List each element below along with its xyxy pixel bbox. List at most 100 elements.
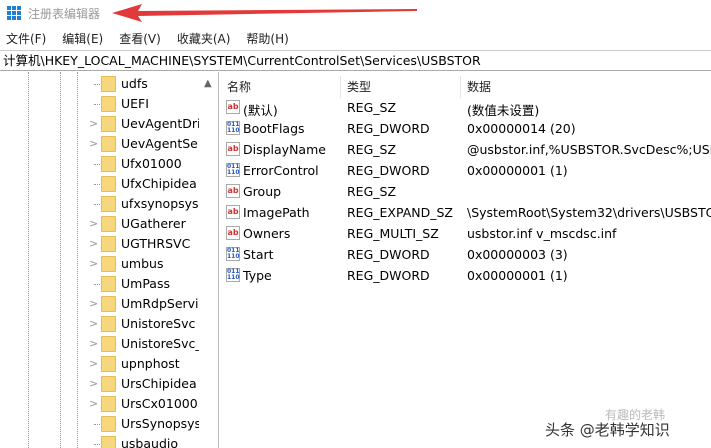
tree-item[interactable]: > UmRdpServic xyxy=(0,294,200,314)
menu-file[interactable]: 文件(F) xyxy=(6,30,46,47)
tree-item[interactable]: > UnistoreSvc xyxy=(0,314,200,334)
value-data: 0x00000001 (1) xyxy=(467,163,568,178)
regedit-app-icon xyxy=(7,6,21,20)
value-type: REG_EXPAND_SZ xyxy=(347,205,453,220)
folder-icon xyxy=(101,216,116,232)
address-bar[interactable]: 计算机\HKEY_LOCAL_MACHINE\SYSTEM\CurrentCon… xyxy=(0,50,711,71)
tree-item-label: UrsCx01000 xyxy=(121,396,198,411)
menu-view[interactable]: 查看(V) xyxy=(119,30,161,47)
value-row[interactable]: ab Group REG_SZ xyxy=(220,181,711,202)
column-header-name[interactable]: 名称 xyxy=(227,78,251,95)
chevron-right-icon[interactable]: > xyxy=(89,377,98,390)
chevron-right-icon[interactable]: > xyxy=(89,237,98,250)
value-name: ErrorControl xyxy=(243,163,319,178)
folder-icon xyxy=(101,296,116,312)
value-type: REG_DWORD xyxy=(347,268,430,283)
menu-edit[interactable]: 编辑(E) xyxy=(62,30,103,47)
tree-connector xyxy=(94,164,100,165)
key-tree: udfs UEFI > UevAgentDriv > UevAgentSer Ufx0100… xyxy=(0,72,218,448)
value-row[interactable]: ab (默认) REG_SZ (数值未设置) xyxy=(220,97,711,118)
tree-item[interactable]: UEFI xyxy=(0,94,200,114)
tree-item[interactable]: > upnphost xyxy=(0,354,200,374)
string-value-icon: ab xyxy=(226,100,240,114)
tree-item-label: UevAgentSer xyxy=(121,136,199,151)
value-type: REG_DWORD xyxy=(347,247,430,262)
folder-icon xyxy=(101,336,116,352)
tree-connector xyxy=(94,284,100,285)
tree-connector xyxy=(94,84,100,85)
tree-item[interactable]: > umbus xyxy=(0,254,200,274)
menu-help[interactable]: 帮助(H) xyxy=(246,30,288,47)
value-row[interactable]: ab ImagePath REG_EXPAND_SZ \SystemRoot\Syst… xyxy=(220,202,711,223)
window-title: 注册表编辑器 xyxy=(28,6,101,21)
value-name: Start xyxy=(243,247,274,262)
folder-icon xyxy=(101,276,116,292)
column-header-data[interactable]: 数据 xyxy=(467,78,491,95)
value-type: REG_SZ xyxy=(347,100,397,115)
folder-icon xyxy=(101,256,116,272)
value-row[interactable]: 011 110 ErrorControl REG_DWORD 0x00000001 (1… xyxy=(220,160,711,181)
binary-value-icon: 011 110 xyxy=(226,121,240,135)
tree-item[interactable]: > UnistoreSvc_( xyxy=(0,334,200,354)
chevron-right-icon[interactable]: > xyxy=(89,137,98,150)
tree-item[interactable]: > UGatherer xyxy=(0,214,200,234)
tree-item[interactable]: > UrsChipidea xyxy=(0,374,200,394)
tree-item-label: udfs xyxy=(121,76,148,91)
folder-icon xyxy=(101,116,116,132)
folder-icon xyxy=(101,436,116,448)
tree-item[interactable]: > UGTHRSVC xyxy=(0,234,200,254)
value-data: 0x00000001 (1) xyxy=(467,268,568,283)
tree-item-label: ufxsynopsys xyxy=(121,196,199,211)
menu-favorites[interactable]: 收藏夹(A) xyxy=(177,30,231,47)
string-value-icon: ab xyxy=(226,142,240,156)
tree-item-label: upnphost xyxy=(121,356,180,371)
values-list: 名称 类型 数据 ab (默认) REG_SZ (数值未设置) 011 110 BootFl… xyxy=(220,72,711,448)
red-arrow-annotation xyxy=(112,4,417,22)
tree-item[interactable]: ufxsynopsys xyxy=(0,194,200,214)
tree-item[interactable]: UrsSynopsys xyxy=(0,414,200,434)
chevron-right-icon[interactable]: > xyxy=(89,297,98,310)
tree-item-label: UEFI xyxy=(121,96,149,111)
value-name: DisplayName xyxy=(243,142,326,157)
tree-item[interactable]: UmPass xyxy=(0,274,200,294)
tree-item[interactable]: udfs xyxy=(0,74,200,94)
tree-scrollbar[interactable] xyxy=(200,72,216,448)
scroll-up-icon[interactable]: ▲ xyxy=(204,78,212,89)
tree-item[interactable]: > UevAgentSer xyxy=(0,134,200,154)
tree-item[interactable]: UfxChipidea xyxy=(0,174,200,194)
tree-item-label: UnistoreSvc xyxy=(121,316,196,331)
chevron-right-icon[interactable]: > xyxy=(89,357,98,370)
value-type: REG_DWORD xyxy=(347,121,430,136)
tree-item[interactable]: > UrsCx01000 xyxy=(0,394,200,414)
tree-item[interactable]: usbaudio xyxy=(0,434,200,448)
value-row[interactable]: 011 110 BootFlags REG_DWORD 0x00000014 (20) xyxy=(220,118,711,139)
string-value-icon: ab xyxy=(226,226,240,240)
tree-connector xyxy=(94,184,100,185)
tree-item[interactable]: Ufx01000 xyxy=(0,154,200,174)
tree-item-label: UmRdpServic xyxy=(121,296,199,311)
tree-item[interactable]: > UevAgentDriv xyxy=(0,114,200,134)
chevron-right-icon[interactable]: > xyxy=(89,397,98,410)
string-value-icon: ab xyxy=(226,205,240,219)
chevron-right-icon[interactable]: > xyxy=(89,337,98,350)
value-name: Type xyxy=(243,268,272,283)
column-header-type[interactable]: 类型 xyxy=(347,78,371,95)
chevron-right-icon[interactable]: > xyxy=(89,257,98,270)
value-row[interactable]: 011 110 Start REG_DWORD 0x00000003 (3) xyxy=(220,244,711,265)
value-row[interactable]: ab Owners REG_MULTI_SZ usbstor.inf v_mscdsc… xyxy=(220,223,711,244)
value-data: 0x00000003 (3) xyxy=(467,247,568,262)
value-name: (默认) xyxy=(243,103,278,118)
string-value-icon: ab xyxy=(226,184,240,198)
value-row[interactable]: 011 110 Type REG_DWORD 0x00000001 (1) xyxy=(220,265,711,286)
value-name: ImagePath xyxy=(243,205,310,220)
watermark: 头条 @老韩学知识 xyxy=(545,421,670,439)
value-row[interactable]: ab DisplayName REG_SZ @usbstor.inf,%USBSTOR… xyxy=(220,139,711,160)
value-type: REG_SZ xyxy=(347,142,397,157)
value-data: usbstor.inf v_mscdsc.inf xyxy=(467,226,617,241)
pane-splitter[interactable] xyxy=(218,72,219,448)
chevron-right-icon[interactable]: > xyxy=(89,117,98,130)
folder-icon xyxy=(101,376,116,392)
tree-connector xyxy=(94,424,100,425)
chevron-right-icon[interactable]: > xyxy=(89,217,98,230)
chevron-right-icon[interactable]: > xyxy=(89,317,98,330)
